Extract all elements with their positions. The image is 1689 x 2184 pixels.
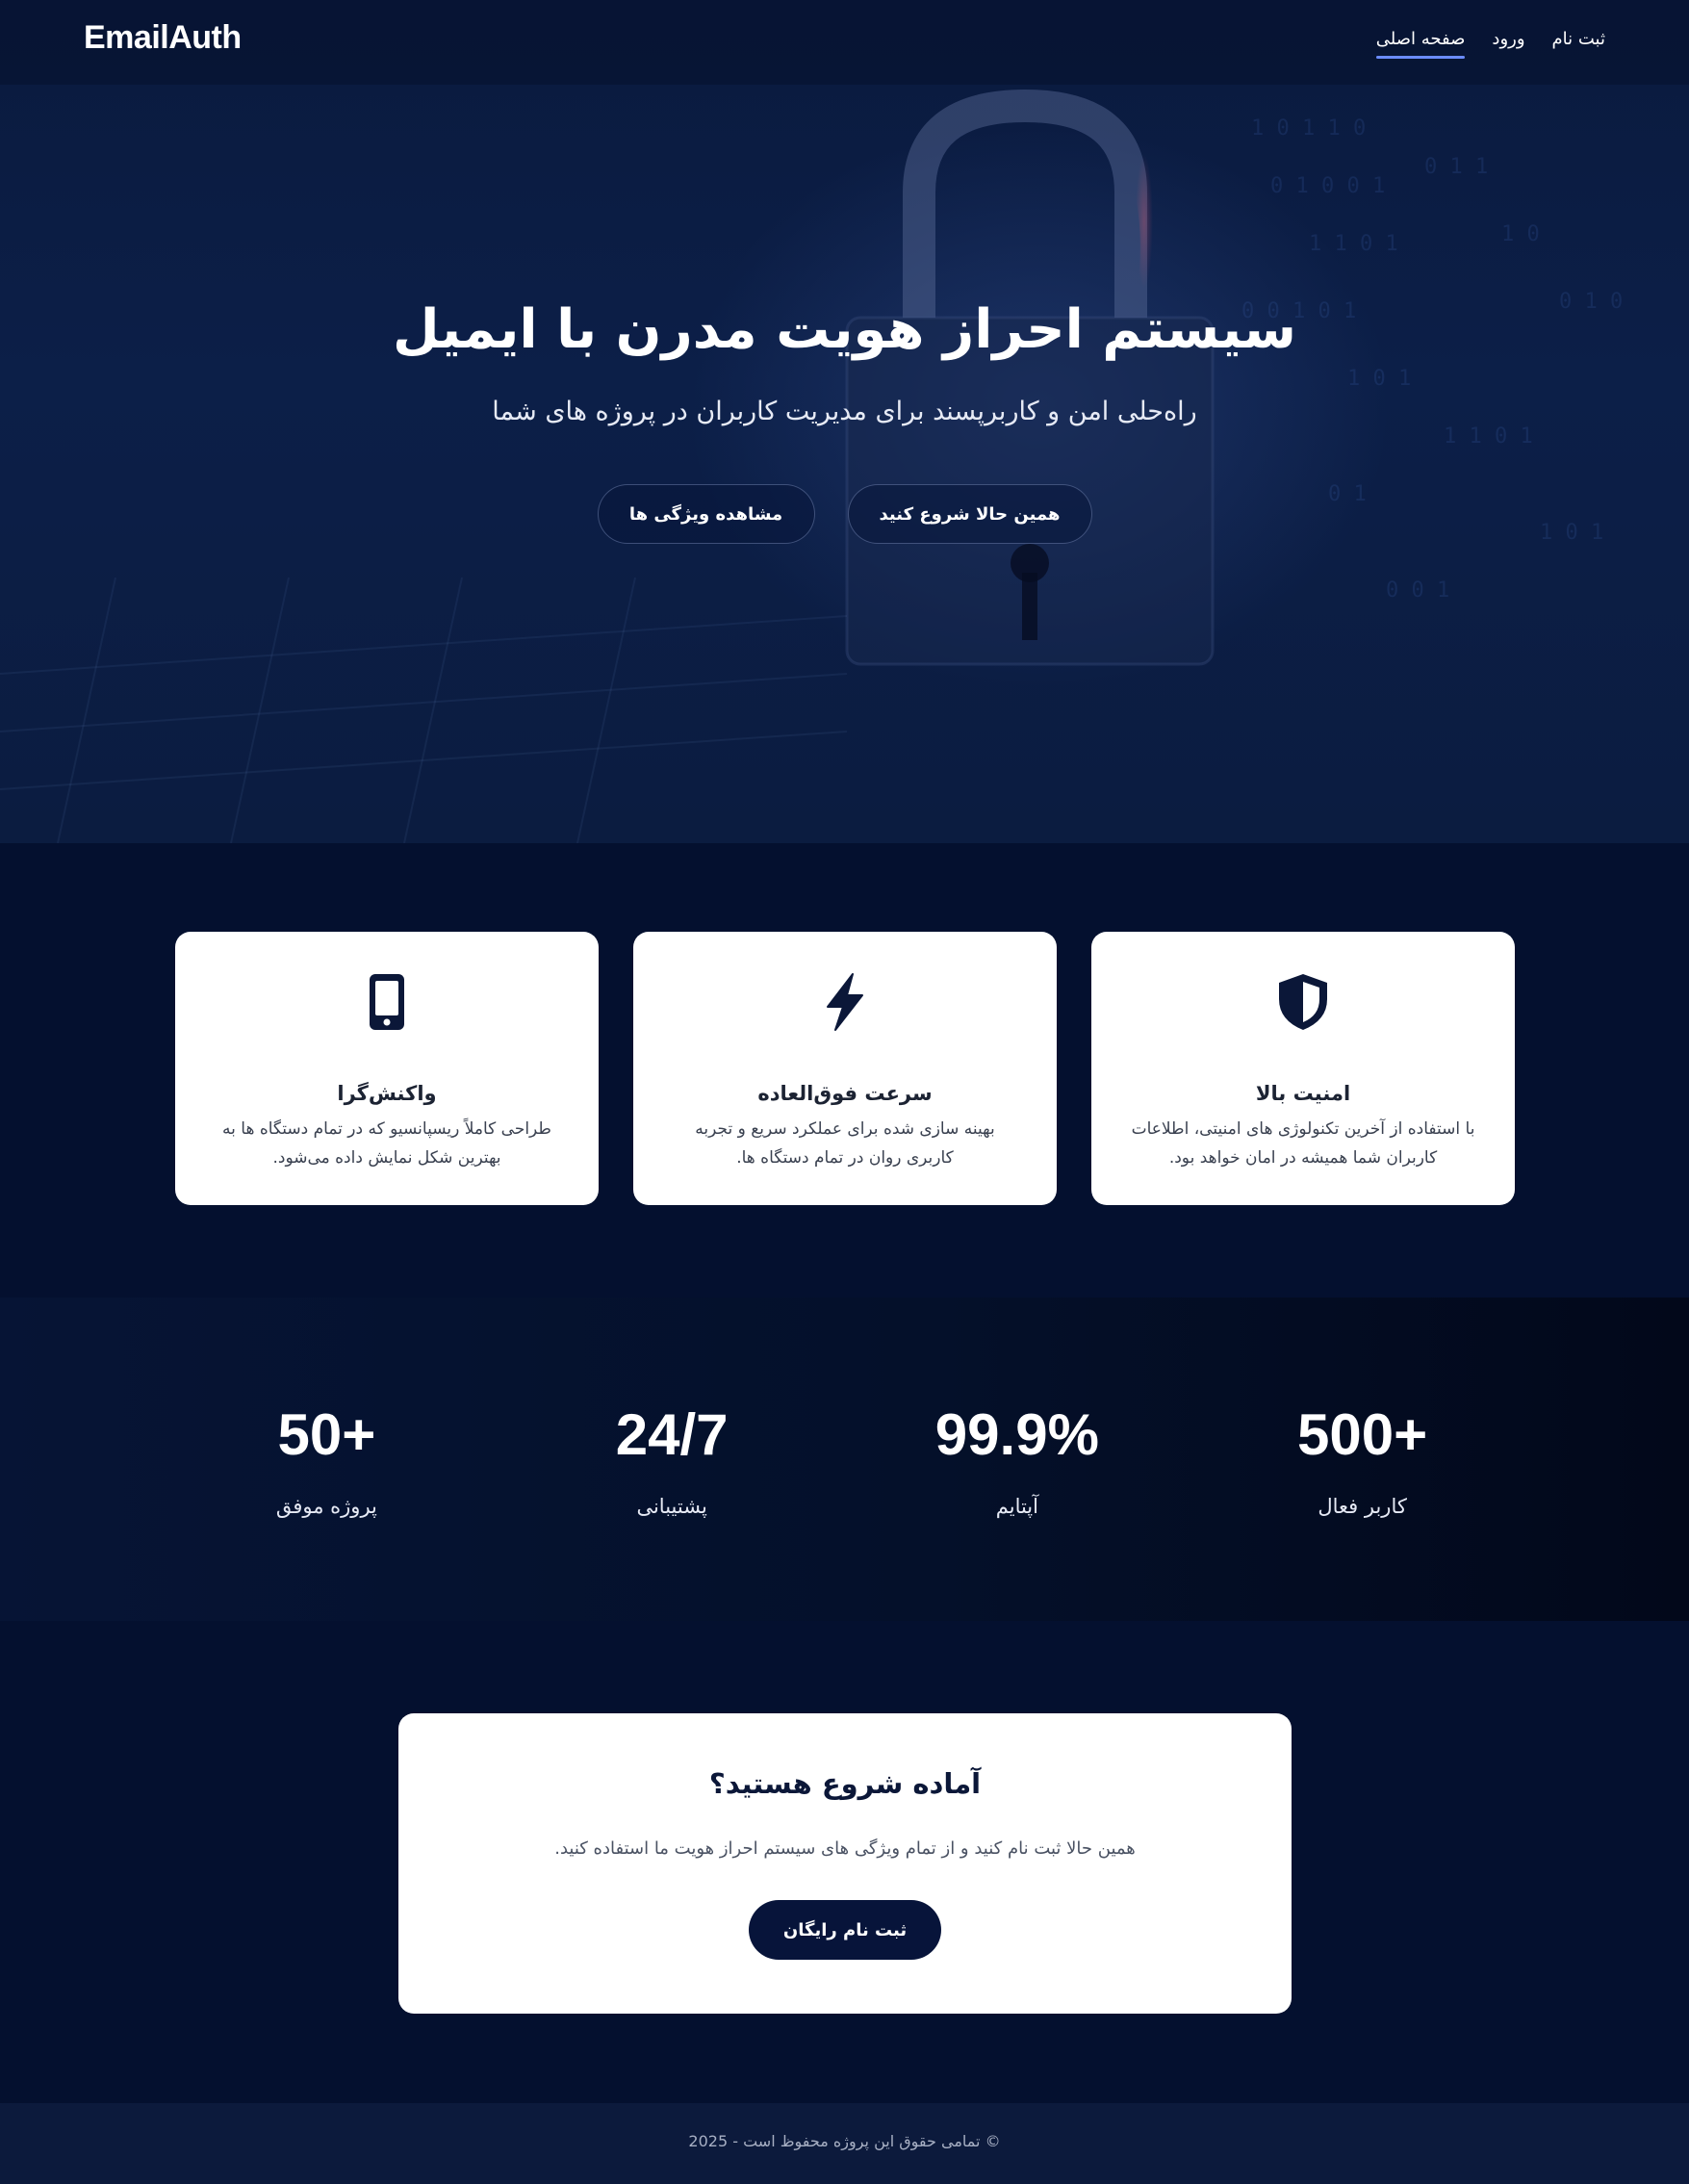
stat-label: کاربر فعال: [1318, 1495, 1407, 1518]
feature-description: بهینه سازی شده برای عملکرد سریع و تجربه …: [695, 1119, 995, 1168]
svg-text:1 1 0 1: 1 1 0 1: [1444, 424, 1533, 449]
svg-text:0 1 0 0 1: 0 1 0 0 1: [1270, 174, 1385, 198]
feature-card-security: امنیت بالا با استفاده از آخرین تکنولوژی …: [1091, 932, 1515, 1205]
stat-active-users: 500+ کاربر فعال: [1238, 1401, 1488, 1518]
stats-section: 500+ کاربر فعال 99.9% آپتایم 24/7 پشتیبا…: [0, 1298, 1689, 1621]
nav-link-signup[interactable]: ثبت نام: [1552, 29, 1605, 55]
navbar: EmailAuth صفحه اصلی ورود ثبت نام: [0, 0, 1689, 85]
copyright-text: © تمامی حقوق این پروژه محفوظ است - 2025: [688, 2132, 1001, 2150]
svg-text:0 0 1: 0 0 1: [1386, 578, 1449, 603]
footer: © تمامی حقوق این پروژه محفوظ است - 2025: [0, 2103, 1689, 2184]
shield-icon: [1091, 972, 1515, 1034]
stat-value: 50+: [277, 1402, 376, 1467]
feature-card-responsive: واکنش‌گرا طراحی کاملاً ریسپانسیو که در ت…: [175, 932, 599, 1205]
stat-label: آپتایم: [995, 1495, 1038, 1518]
svg-text:1 0: 1 0: [1501, 222, 1540, 246]
mobile-icon: [175, 972, 599, 1034]
view-features-button[interactable]: مشاهده ویژگی ها: [597, 484, 815, 544]
free-signup-button[interactable]: ثبت نام رایگان: [749, 1900, 941, 1960]
nav-link-home[interactable]: صفحه اصلی: [1375, 29, 1465, 59]
stat-support: 24/7 پشتیبانی: [547, 1401, 797, 1518]
hero-subtitle: راه‌حلی امن و کاربرپسند برای مدیریت کارب…: [492, 397, 1197, 426]
nav-links: صفحه اصلی ورود ثبت نام: [1375, 29, 1605, 59]
hero-section: 1 0 1 1 0 0 1 0 0 1 1 1 0 1 0 0 1 0 1 1 …: [0, 0, 1689, 843]
stats-row: 500+ کاربر فعال 99.9% آپتایم 24/7 پشتیبا…: [0, 1401, 1689, 1518]
feature-title: امنیت بالا: [1255, 1082, 1351, 1105]
feature-description: با استفاده از آخرین تکنولوژی های امنیتی،…: [1131, 1119, 1475, 1168]
cta-card: آماده شروع هستید؟ همین حالا ثبت نام کنید…: [398, 1713, 1292, 2014]
start-now-button[interactable]: همین حالا شروع کنید: [847, 484, 1092, 544]
lightning-icon: [633, 972, 1057, 1034]
features-section: امنیت بالا با استفاده از آخرین تکنولوژی …: [175, 932, 1515, 1207]
stat-uptime: 99.9% آپتایم: [892, 1401, 1142, 1518]
svg-text:0 1 1: 0 1 1: [1424, 155, 1488, 179]
svg-text:1 1 0 1: 1 1 0 1: [1309, 232, 1398, 256]
stat-value: 500+: [1297, 1402, 1428, 1467]
logo[interactable]: EmailAuth: [84, 19, 242, 57]
hero-title: سیستم احراز هویت مدرن با ایمیل: [393, 298, 1296, 361]
stat-value: 99.9%: [934, 1402, 1099, 1467]
stat-label: پروژه موفق: [275, 1495, 377, 1518]
feature-card-speed: سرعت فوق‌العاده بهینه سازی شده برای عملک…: [633, 932, 1057, 1205]
svg-text:1 0 1: 1 0 1: [1347, 367, 1411, 391]
hero-buttons: همین حالا شروع کنید مشاهده ویژگی ها: [0, 484, 1689, 544]
cta-text: همین حالا ثبت نام کنید و از تمام ویژگی ه…: [554, 1838, 1136, 1859]
nav-link-login[interactable]: ورود: [1492, 29, 1524, 55]
stat-projects: 50+ پروژه موفق: [201, 1401, 451, 1518]
svg-text:1 0 1 1 0: 1 0 1 1 0: [1251, 116, 1366, 141]
feature-title: واکنش‌گرا: [337, 1082, 437, 1105]
stat-value: 24/7: [615, 1402, 729, 1467]
stat-label: پشتیبانی: [636, 1495, 707, 1518]
cta-title: آماده شروع هستید؟: [708, 1767, 982, 1800]
feature-title: سرعت فوق‌العاده: [757, 1082, 933, 1105]
feature-description: طراحی کاملاً ریسپانسیو که در تمام دستگاه…: [222, 1119, 551, 1168]
